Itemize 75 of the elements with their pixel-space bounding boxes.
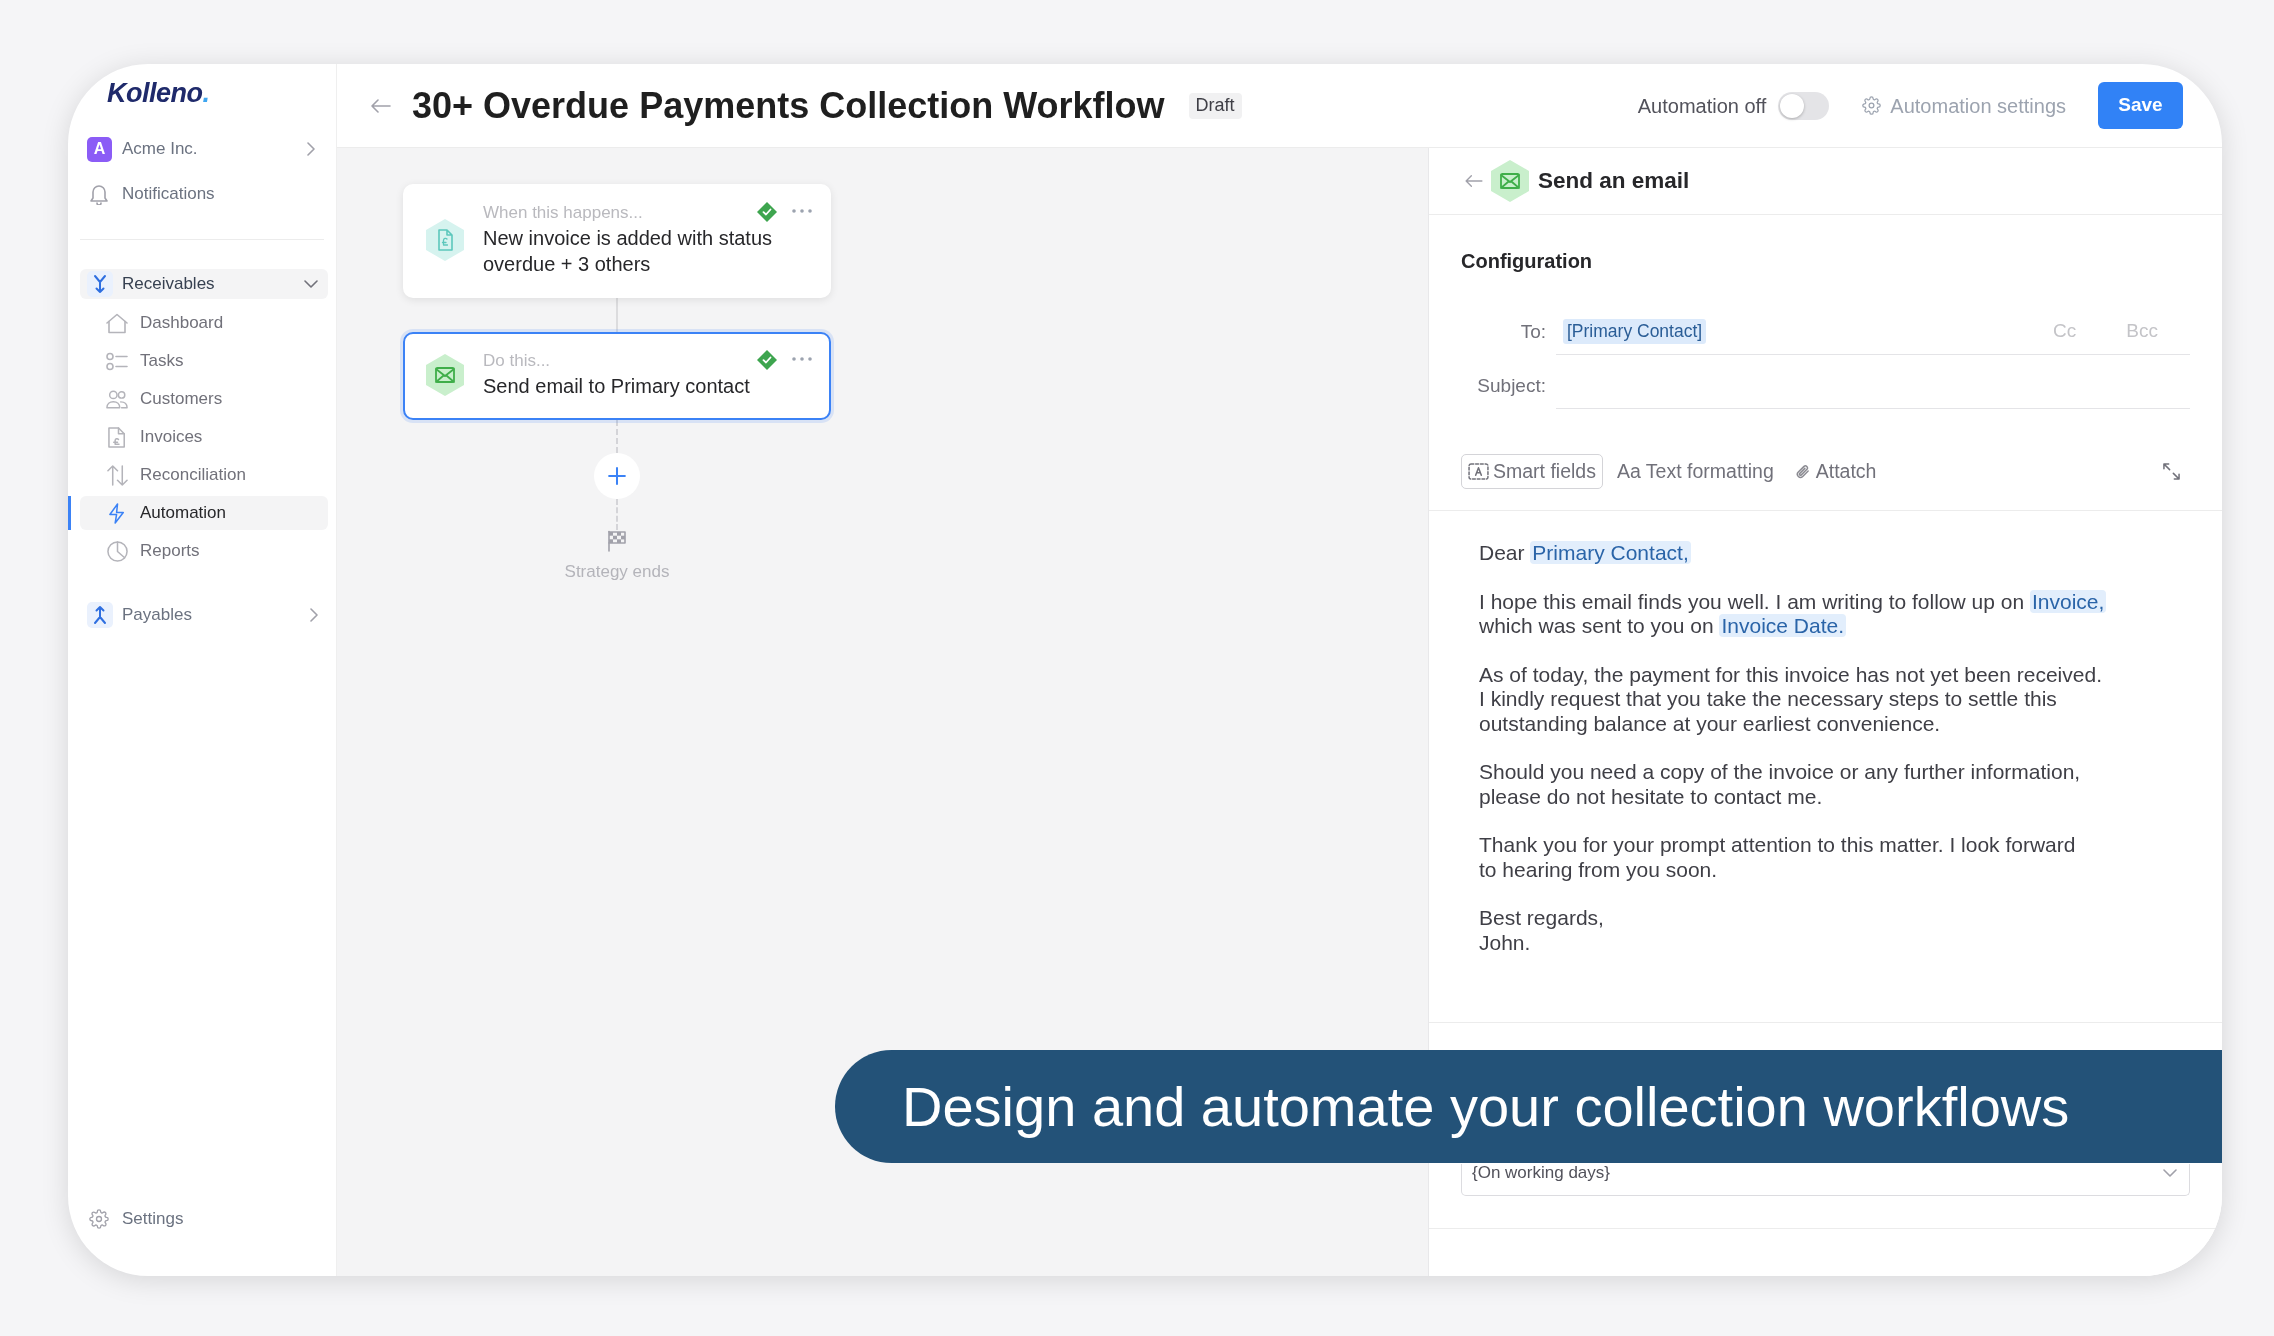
chevron-down-icon: [304, 280, 318, 288]
step-caption: When this happens...: [483, 202, 644, 223]
connector-line: [616, 499, 618, 530]
workflow-step-card[interactable]: Do this... Send email to Primary contact: [403, 332, 831, 420]
section-title: Configuration: [1461, 249, 1594, 273]
automation-toggle[interactable]: [1778, 91, 1830, 120]
home-icon: [106, 312, 128, 334]
workflow-step-card[interactable]: When this happens... New invoice is added with status overdue + 3 others: [403, 184, 831, 298]
workspace-avatar: A: [87, 136, 112, 162]
chevron-right-icon: [310, 608, 318, 622]
envelope-hexagon-icon: [425, 352, 465, 397]
step-description: Send email to Primary contact: [483, 374, 750, 399]
sidebar-item[interactable]: Tasks: [80, 344, 328, 378]
email-paragraph: Should you need a copy of the invoice or any further information, please do not hesitate to contact me.: [1479, 760, 2081, 809]
step-caption: Do this...: [483, 350, 552, 371]
arrows-up-down-icon: [106, 464, 128, 486]
smart-field-token: Invoice,: [2029, 589, 2107, 613]
paperclip-icon: [1795, 462, 1810, 481]
sidebar-item[interactable]: Dashboard: [80, 306, 328, 340]
pie-chart-icon: [106, 540, 128, 562]
smart-fields-button[interactable]: Smart fields: [1461, 454, 1603, 489]
settings-icon: [1862, 96, 1882, 115]
email-paragraph: As of today, the payment for this invoice has not yet been received. I kindly request that you take the necessary steps to settle this outstanding balance at your earliest convenience.: [1479, 662, 2102, 736]
sidebar-item[interactable]: Reports: [80, 534, 328, 568]
active-indicator: [68, 496, 71, 530]
save-button[interactable]: Save: [2098, 82, 2183, 129]
automation-settings-button[interactable]: Automation settings: [1862, 90, 2066, 121]
field-tag-icon: [1468, 463, 1489, 480]
more-options-icon[interactable]: [792, 357, 812, 361]
users-icon: [106, 388, 128, 410]
end-label: Strategy ends: [564, 562, 670, 582]
sidebar-item[interactable]: Customers: [80, 382, 328, 416]
bell-icon: [89, 183, 109, 205]
document-icon: [108, 426, 126, 448]
schedule-select[interactable]: {On working days}: [1461, 1164, 2190, 1196]
email-paragraph: Best regards, John.: [1479, 906, 1604, 955]
email-paragraph: Dear Primary Contact,: [1479, 541, 1691, 566]
logo: Kolleno.: [107, 77, 210, 109]
attach-button[interactable]: Attatch: [1795, 456, 1877, 487]
panel-title: Send an email: [1538, 167, 1690, 196]
workspace-name[interactable]: Acme Inc.: [122, 136, 198, 162]
recipient-token[interactable]: [Primary Contact]: [1563, 319, 1707, 344]
automation-status-label: Automation off: [1637, 93, 1767, 119]
caption-banner: Design and automate your collection workflows: [835, 1050, 2222, 1163]
sidebar-item[interactable]: Reconciliation: [80, 458, 328, 492]
field-label: Subject:: [1476, 373, 1546, 398]
status-badge: Draft: [1188, 92, 1242, 119]
smart-field-token: Invoice Date.: [1719, 614, 1847, 637]
add-step-button[interactable]: [594, 453, 640, 499]
step-description: New invoice is added with status overdue + 3 others: [483, 226, 773, 277]
lightning-icon: [108, 502, 126, 524]
envelope-hexagon-icon: [1490, 159, 1530, 203]
checklist-icon: [106, 350, 128, 372]
settings-icon: [89, 1209, 109, 1229]
chevron-down-icon: [2163, 1169, 2177, 1177]
email-paragraph: I hope this email finds you well. I am writing to follow up on Invoice, which was sent to you on Invoice Date.: [1479, 589, 2107, 639]
settings-button[interactable]: Settings: [89, 1206, 184, 1232]
email-paragraph: Thank you for your prompt attention to this matter. I look forward to hearing from you soon.: [1479, 833, 2076, 882]
plus-icon: [608, 467, 626, 485]
workflow-title: 30+ Overdue Payments Collection Workflow: [412, 83, 1165, 128]
checkered-flag-icon: [607, 530, 627, 552]
more-options-icon[interactable]: [792, 209, 812, 213]
sidebar-item[interactable]: Invoices: [80, 420, 328, 454]
smart-field-token: Primary Contact,: [1530, 541, 1691, 564]
field-label: To:: [1519, 319, 1546, 344]
text-formatting-button[interactable]: Aa Text formatting: [1616, 456, 1774, 487]
back-arrow-icon[interactable]: [1465, 174, 1483, 188]
expand-icon[interactable]: [2163, 463, 2180, 480]
sidebar-section[interactable]: Receivables: [80, 269, 328, 299]
chevron-right-icon[interactable]: [307, 142, 315, 156]
recipient-field[interactable]: [Primary Contact] Cc Bcc: [1556, 309, 2190, 355]
document-hexagon-icon: [425, 217, 465, 262]
sidebar-section[interactable]: Payables: [80, 600, 328, 630]
notifications-button[interactable]: Notifications: [89, 181, 215, 207]
back-arrow-icon[interactable]: [371, 97, 391, 114]
